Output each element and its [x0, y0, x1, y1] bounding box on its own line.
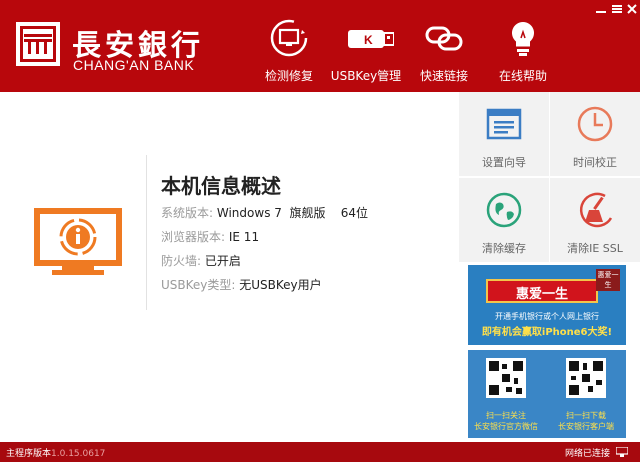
menu-icon[interactable] [610, 3, 624, 15]
promo-banner-qr[interactable]: 扫一扫关注 长安银行官方微信 扫一扫下载 长安银行客户端 [468, 350, 626, 438]
header-bar: 長安銀行 CHANG'AN BANK 检测修复 K USBKey管理 快速链接 [0, 0, 640, 92]
lightbulb-icon [511, 21, 535, 56]
nav-label: USBKey管理 [330, 69, 402, 83]
nav-online-help-button[interactable]: 在线帮助 [480, 0, 566, 92]
tile-label: 设置向导 [482, 156, 526, 169]
qr-wechat-icon [486, 358, 526, 398]
link-icon [425, 26, 463, 51]
version-text: 主程序版本1.0.15.0617 [6, 449, 106, 459]
info-row-firewall: 防火墙: 已开启 [161, 254, 241, 268]
minimize-icon[interactable] [594, 3, 608, 15]
qr-app-icon [566, 358, 606, 398]
info-monitor-icon [34, 208, 122, 275]
nav-label: 快速链接 [419, 69, 468, 83]
bank-name-en: CHANG'AN BANK [73, 57, 195, 73]
setup-wizard-icon [486, 108, 522, 140]
promo-badge: 惠爱一生 [596, 269, 620, 291]
tool-tiles: 设置向导 时间校正 清除缓存 清除IE SSL [459, 92, 640, 262]
info-row-browser: 浏览器版本: IE 11 [161, 230, 260, 244]
info-title: 本机信息概述 [161, 174, 281, 198]
nav-check-repair-button[interactable]: 检测修复 [246, 0, 332, 92]
network-icon [616, 447, 628, 457]
promo-banner-iphone[interactable]: 惠爱一生 惠爱一生 开通手机银行或个人网上银行 即有机会赢取iPhone6大奖! [468, 265, 626, 345]
nav-label: 检测修复 [264, 69, 313, 83]
tile-time-sync[interactable]: 时间校正 [550, 92, 640, 176]
clock-icon [577, 106, 613, 142]
divider [146, 155, 147, 310]
bank-logo-icon [16, 22, 60, 66]
tile-clear-ie-ssl[interactable]: 清除IE SSL [550, 178, 640, 262]
usb-key-icon: K [348, 30, 394, 48]
network-status: 网络已连接 [564, 449, 610, 459]
status-bar: 主程序版本1.0.15.0617 网络已连接 [0, 442, 640, 462]
tile-label: 时间校正 [573, 156, 617, 169]
monitor-refresh-icon [270, 19, 308, 57]
promo-line2: 即有机会赢取iPhone6大奖! [481, 327, 613, 338]
promo-line1: 开通手机银行或个人网上银行 [495, 312, 599, 321]
promo-ribbon: 惠爱一生 [486, 279, 598, 303]
nav-label: 在线帮助 [498, 69, 547, 83]
qr-wechat-caption: 扫一扫关注 长安银行官方微信 [474, 411, 538, 431]
info-row-os: 系统版本: Windows 7 旗舰版 64位 [161, 206, 369, 220]
info-row-usbkey: USBKey类型: 无USBKey用户 [161, 278, 322, 292]
nav-quick-link-button[interactable]: 快速链接 [401, 0, 487, 92]
tile-label: 清除缓存 [482, 242, 526, 255]
globe-clean-icon [486, 192, 522, 228]
tile-setup-wizard[interactable]: 设置向导 [459, 92, 549, 176]
tile-label: 清除IE SSL [567, 242, 623, 255]
close-icon[interactable] [625, 3, 639, 15]
svg-text:K: K [364, 33, 373, 47]
tile-clear-cache[interactable]: 清除缓存 [459, 178, 549, 262]
broom-icon [579, 192, 613, 228]
qr-app-caption: 扫一扫下载 长安银行客户端 [558, 411, 614, 431]
nav-usbkey-button[interactable]: K USBKey管理 [323, 0, 409, 92]
